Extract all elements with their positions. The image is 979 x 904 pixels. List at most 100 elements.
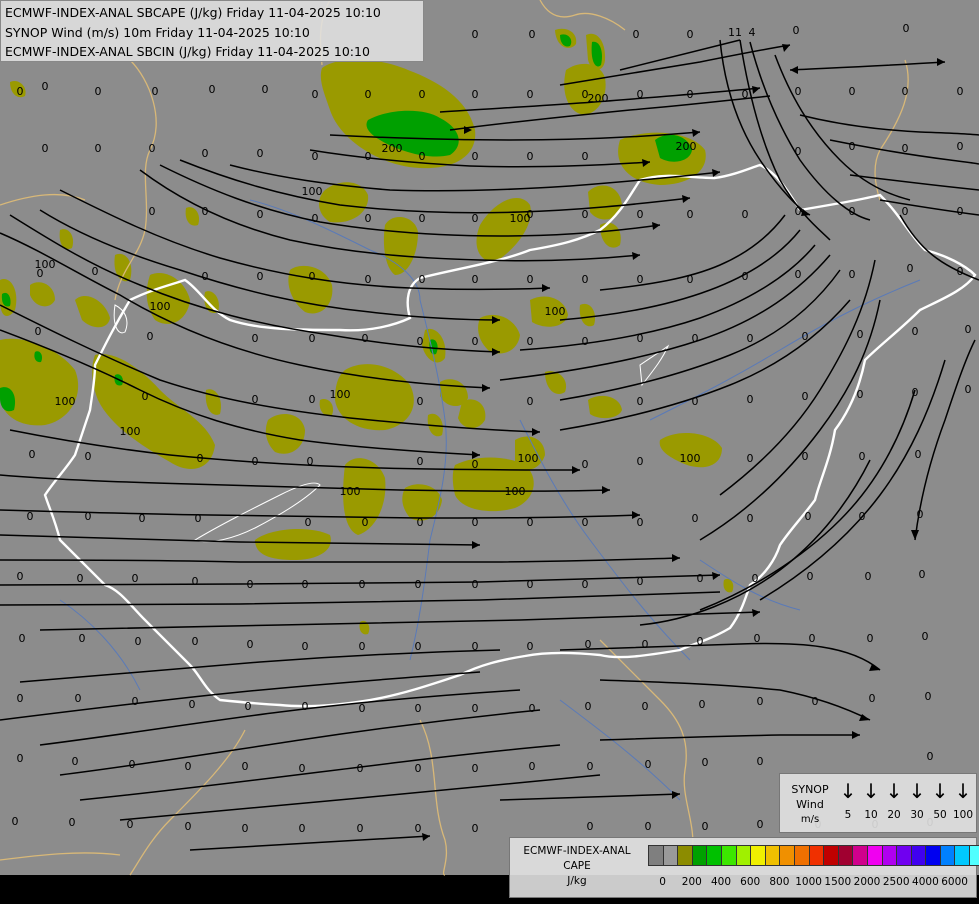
cape-color-swatch xyxy=(779,845,794,866)
wind-legend-title-line2: Wind xyxy=(796,798,824,811)
contour-label: 0 xyxy=(132,695,139,708)
contour-label: 0 xyxy=(849,140,856,153)
cape-color-swatch xyxy=(720,845,736,866)
cape-legend-tick: 400 xyxy=(710,876,732,888)
wind-arrow-icon: ↓ xyxy=(839,779,857,803)
contour-label: 100 xyxy=(302,185,323,198)
contour-label: 100 xyxy=(545,305,566,318)
contour-label: 0 xyxy=(197,452,204,465)
contour-label: 0 xyxy=(472,822,479,835)
contour-label: 0 xyxy=(192,635,199,648)
contour-label: 0 xyxy=(129,758,136,771)
contour-label: 0 xyxy=(529,702,536,715)
contour-label: 0 xyxy=(302,640,309,653)
cape-legend-tick: 0 xyxy=(659,876,666,888)
contour-label: 0 xyxy=(77,572,84,585)
contour-label: 0 xyxy=(359,640,366,653)
contour-label: 0 xyxy=(582,150,589,163)
contour-label: 0 xyxy=(309,270,316,283)
wind-legend-entry: ↓ 20 xyxy=(882,778,906,822)
title-line-cape: ECMWF-INDEX-ANAL SBCAPE (J/kg) Friday 11… xyxy=(5,5,381,20)
cape-legend-unit: J/kg xyxy=(567,875,587,887)
contour-label: 0 xyxy=(907,262,914,275)
contour-label: 0 xyxy=(365,273,372,286)
contour-label: 0 xyxy=(417,455,424,468)
wind-legend-value: 5 xyxy=(844,809,852,821)
contour-label: 0 xyxy=(302,700,309,713)
contour-label: 100 xyxy=(35,258,56,271)
contour-label: 0 xyxy=(185,820,192,833)
contour-label: 0 xyxy=(812,695,819,708)
contour-label: 0 xyxy=(312,212,319,225)
contour-label: 0 xyxy=(865,570,872,583)
contour-label: 0 xyxy=(527,578,534,591)
wind-legend-entry: ↓ 100 xyxy=(951,778,975,822)
cape-legend-swatches xyxy=(648,845,979,866)
contour-label: 0 xyxy=(417,395,424,408)
wind-legend-value: 30 xyxy=(910,809,924,821)
cape-color-swatch xyxy=(910,845,926,866)
cape-color-swatch xyxy=(808,845,824,866)
contour-label: 0 xyxy=(252,393,259,406)
contour-label: 0 xyxy=(637,455,644,468)
contour-label: 0 xyxy=(195,512,202,525)
contour-label: 0 xyxy=(42,80,49,93)
contour-label: 0 xyxy=(27,510,34,523)
contour-label: 0 xyxy=(127,818,134,831)
contour-label: 0 xyxy=(857,328,864,341)
contour-label: 0 xyxy=(472,640,479,653)
contour-label: 0 xyxy=(309,332,316,345)
contour-label: 0 xyxy=(702,820,709,833)
contour-label: 0 xyxy=(12,815,19,828)
map-canvas: 0 0 0 0 0 0 0 0 0 0 0 0 0 0 0 0 0 0 00 0 0 0 0 011 40 0 0 0 0 0 0 0 0 0 0 0… xyxy=(0,0,979,900)
contour-label: 0 xyxy=(302,578,309,591)
contour-label: 0 xyxy=(582,273,589,286)
contour-label: 0 xyxy=(135,635,142,648)
cape-legend-title-line1: ECMWF-INDEX-ANAL xyxy=(523,845,631,857)
contour-label: 0 xyxy=(365,212,372,225)
contour-label: 0 xyxy=(247,638,254,651)
contour-label: 0 xyxy=(642,700,649,713)
wind-arrow-icon: ↓ xyxy=(885,779,903,803)
contour-label: 0 xyxy=(902,205,909,218)
contour-label: 0 xyxy=(742,88,749,101)
contour-label: 0 xyxy=(415,762,422,775)
contour-label: 0 xyxy=(262,83,269,96)
contour-label: 0 xyxy=(925,690,932,703)
contour-label: 0 xyxy=(585,700,592,713)
wind-legend-title: SYNOP Wind xyxy=(784,782,836,812)
contour-label: 0 xyxy=(472,458,479,471)
contour-label: 0 xyxy=(582,458,589,471)
contour-label: 0 xyxy=(903,22,910,35)
contour-label: 0 xyxy=(587,760,594,773)
contour-label: 0 xyxy=(795,268,802,281)
contour-label: 0 xyxy=(902,85,909,98)
contour-label: 200 xyxy=(676,140,697,153)
contour-label: 0 xyxy=(919,568,926,581)
contour-label: 0 xyxy=(419,150,426,163)
contour-label: 0 xyxy=(415,822,422,835)
cape-color-swatch xyxy=(793,845,809,866)
contour-label: 0 xyxy=(687,273,694,286)
contour-label: 200 xyxy=(588,92,609,105)
wind-legend-entry: ↓ 10 xyxy=(859,778,883,822)
cape-color-swatch xyxy=(939,845,955,866)
contour-label: 0 xyxy=(415,640,422,653)
contour-label: 0 xyxy=(35,325,42,338)
contour-label: 0 xyxy=(245,700,252,713)
contour-label: 0 xyxy=(582,516,589,529)
cape-color-swatch xyxy=(823,845,838,866)
contour-label: 0 xyxy=(807,570,814,583)
contour-label: 0 xyxy=(79,632,86,645)
contour-label: 0 xyxy=(185,760,192,773)
contour-label: 0 xyxy=(585,638,592,651)
contour-label: 0 xyxy=(472,88,479,101)
contour-label: 100 xyxy=(120,425,141,438)
cape-legend-title-line2: CAPE xyxy=(563,860,591,872)
contour-label: 0 xyxy=(849,85,856,98)
contour-label: 0 xyxy=(257,270,264,283)
contour-label: 0 xyxy=(362,516,369,529)
contour-label: 0 xyxy=(645,820,652,833)
contour-label: 0 xyxy=(472,150,479,163)
title-box: ECMWF-INDEX-ANAL SBCAPE (J/kg) Friday 11… xyxy=(0,0,424,62)
